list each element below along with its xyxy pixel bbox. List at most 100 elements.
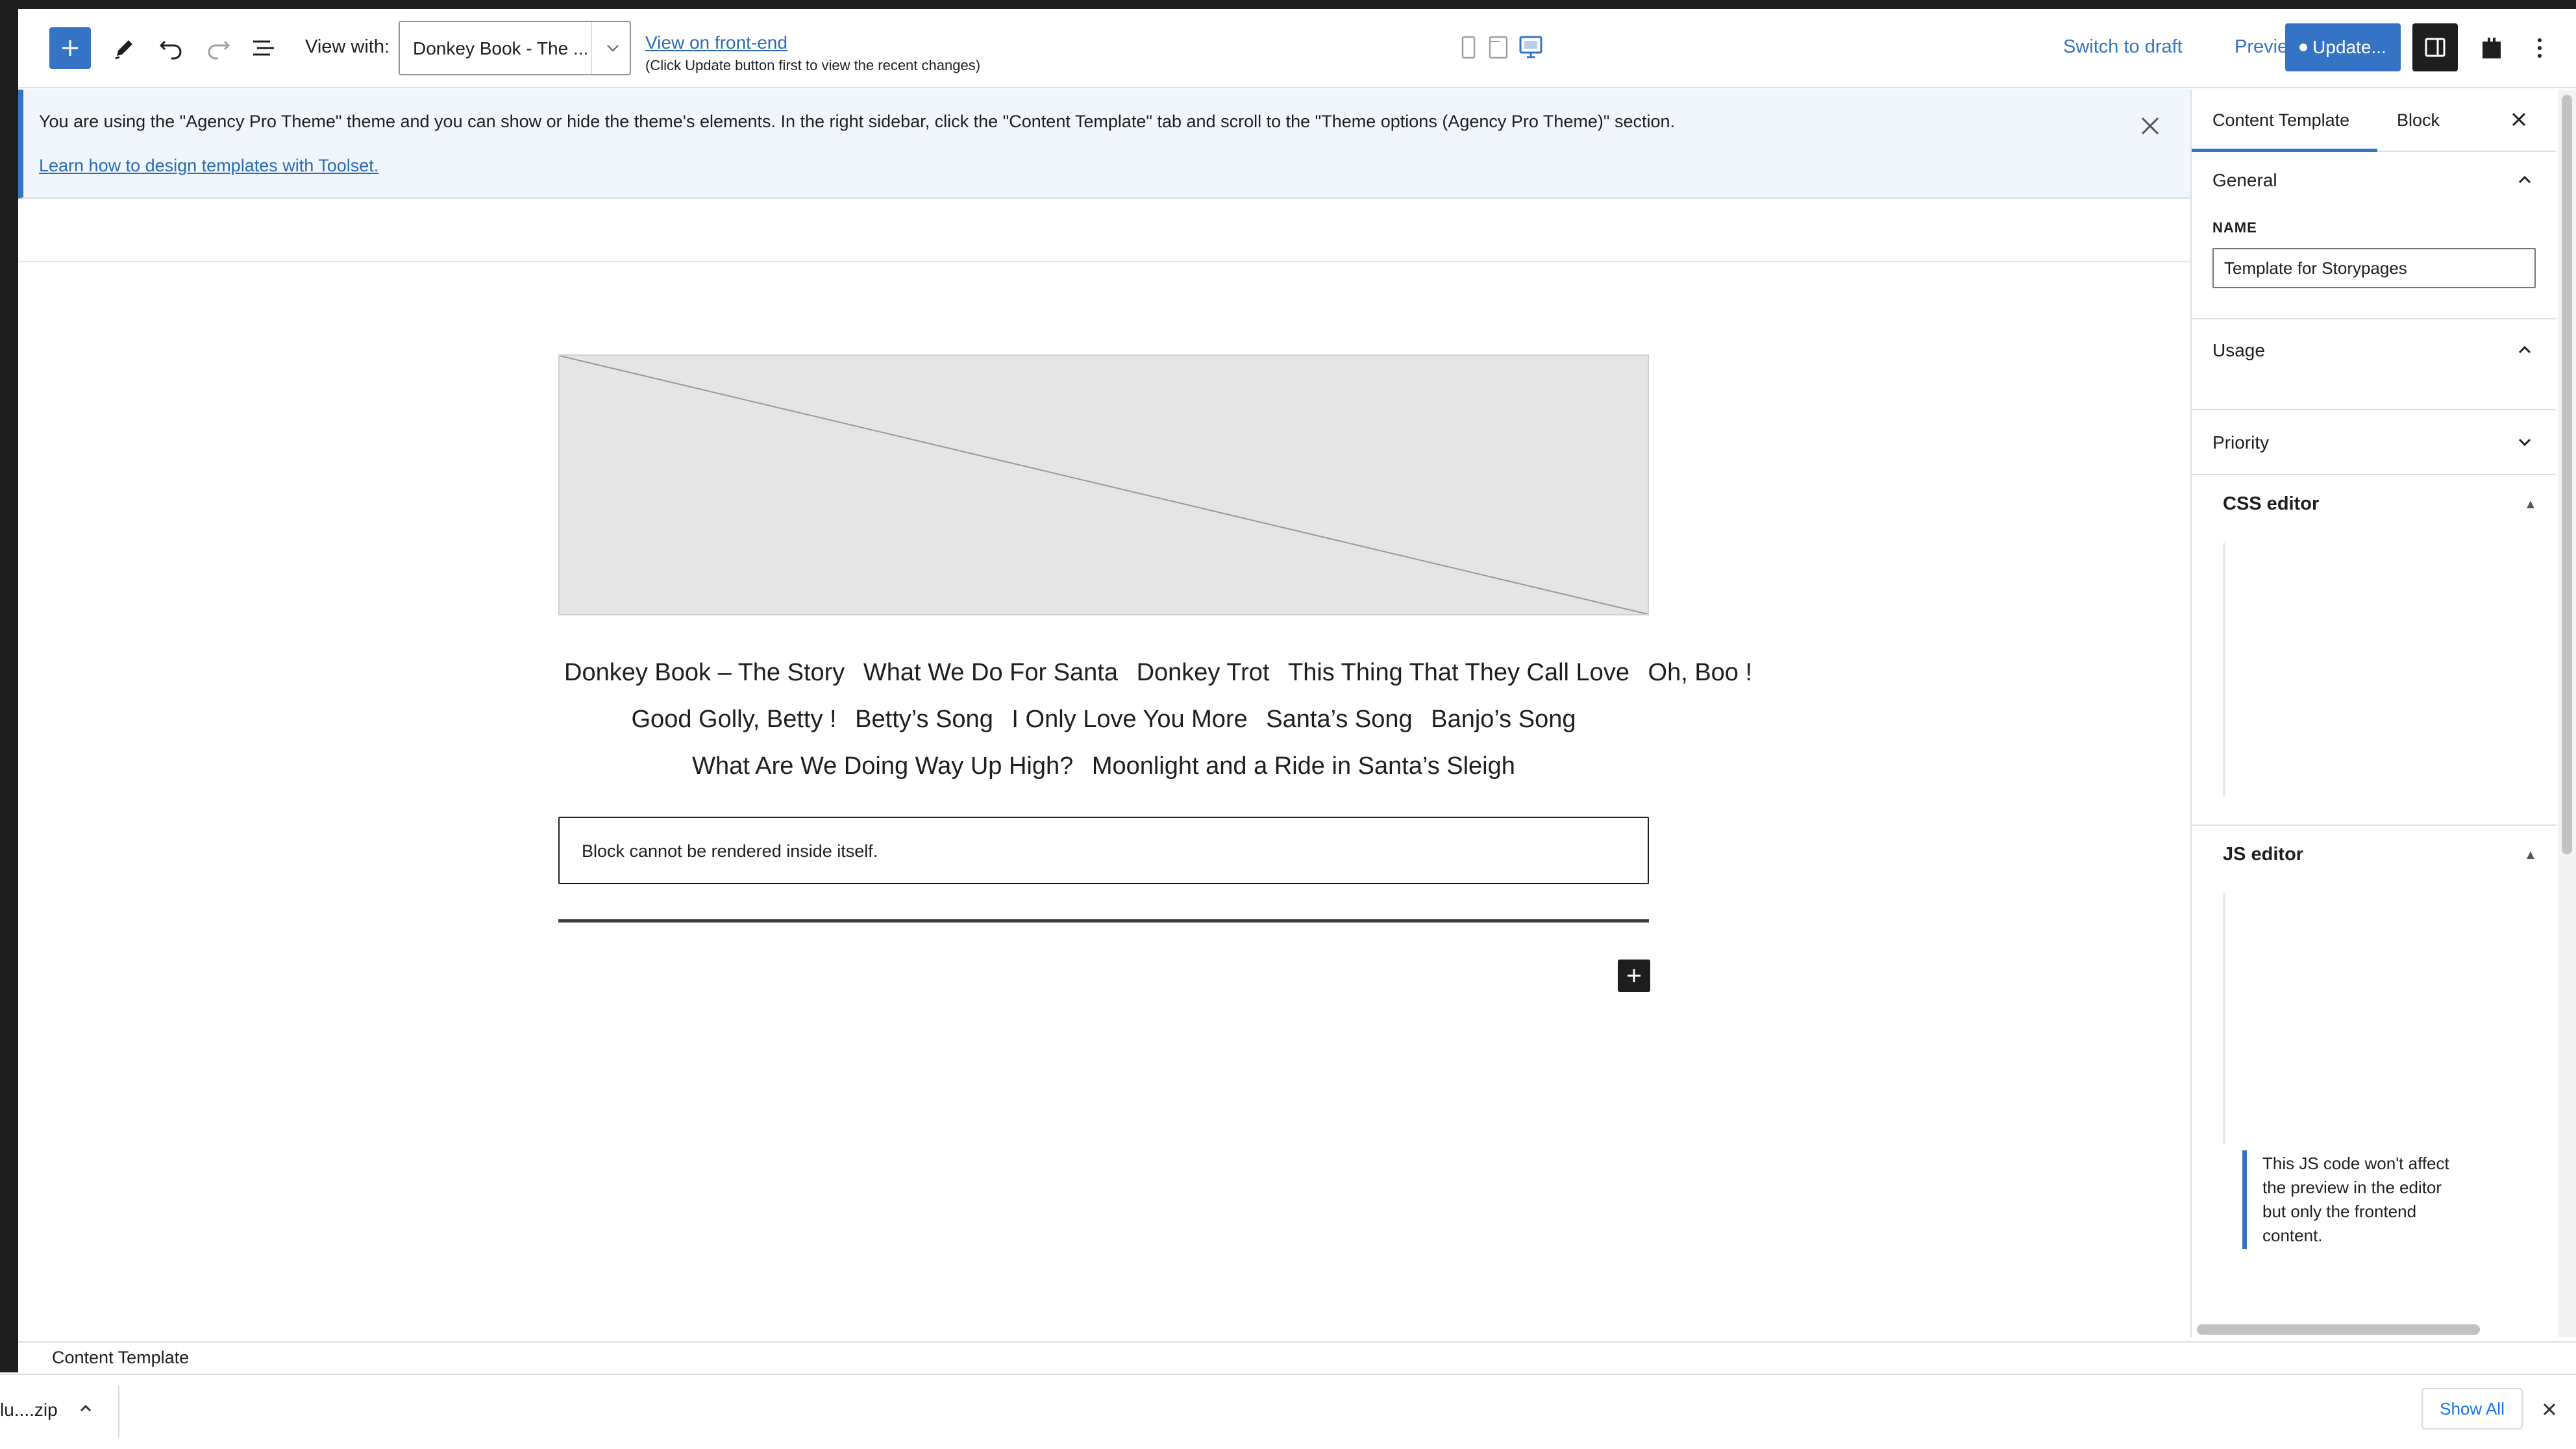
- status-dot-icon: [2299, 43, 2308, 51]
- redo-icon: [208, 40, 230, 60]
- tab-label: Block: [2397, 110, 2440, 130]
- name-field-label: NAME: [2212, 219, 2257, 236]
- panel-separator: [2192, 409, 2557, 410]
- titles-line-1: Donkey Book – The Story What We Do For S…: [558, 649, 1752, 696]
- editor-footer: Content Template: [18, 1341, 2576, 1372]
- download-divider: [118, 1385, 119, 1437]
- post-title-link[interactable]: I Only Love You More: [1011, 706, 1247, 733]
- downloaded-file-name[interactable]: lu....zip: [0, 1400, 58, 1420]
- chevron-down-icon: [602, 38, 623, 62]
- post-title-link[interactable]: Donkey Trot: [1137, 659, 1270, 686]
- tablet-preview-button[interactable]: [1488, 35, 1509, 63]
- plus-icon: [1628, 969, 1641, 982]
- template-name-input[interactable]: [2212, 248, 2536, 288]
- close-sidebar-button[interactable]: [2507, 108, 2531, 131]
- post-title-link[interactable]: Good Golly, Betty !: [632, 706, 837, 733]
- more-vertical-icon: [2538, 38, 2542, 58]
- post-title-link[interactable]: Oh, Boo !: [1648, 659, 1753, 686]
- post-title-link[interactable]: What Are We Doing Way Up High?: [692, 752, 1073, 780]
- js-editor-area[interactable]: [2223, 893, 2225, 1144]
- general-panel-toggle[interactable]: General: [2192, 153, 2557, 208]
- window-top-bar: [0, 0, 2576, 9]
- options-button[interactable]: [2523, 31, 2557, 65]
- css-editor-area[interactable]: [2223, 543, 2225, 796]
- panel-title: Usage: [2212, 340, 2265, 360]
- post-title-link[interactable]: Santa’s Song: [1266, 706, 1412, 733]
- post-title-link[interactable]: Banjo’s Song: [1431, 706, 1576, 733]
- canvas-header-area: [18, 199, 2190, 262]
- close-download-bar-button[interactable]: [2540, 1400, 2559, 1419]
- chevron-up-icon: [2515, 170, 2534, 193]
- panel-separator: [2192, 474, 2557, 475]
- tab-label: Content Template: [2212, 110, 2350, 130]
- featured-image-placeholder[interactable]: [558, 354, 1649, 615]
- view-with-label: View with:: [305, 36, 390, 57]
- tab-block[interactable]: Block: [2379, 90, 2470, 152]
- update-button[interactable]: Update...: [2285, 23, 2401, 71]
- update-label: Update...: [2312, 37, 2386, 57]
- plus-icon: [62, 40, 78, 56]
- edit-tools-button[interactable]: [112, 35, 138, 61]
- view-with-select[interactable]: Donkey Book - The ...: [399, 21, 631, 75]
- triangle-up-icon[interactable]: ▲: [2524, 497, 2537, 512]
- post-title-link[interactable]: Moonlight and a Ride in Santa’s Sleigh: [1092, 752, 1515, 780]
- css-editor-title[interactable]: CSS editor: [2223, 493, 2319, 515]
- switch-to-draft-button[interactable]: Switch to draft: [2063, 36, 2183, 58]
- add-block-button[interactable]: [1618, 960, 1650, 992]
- sidebar-toggle-icon: [2425, 38, 2446, 57]
- panel-separator: [2192, 318, 2557, 319]
- settings-button[interactable]: [2412, 23, 2458, 71]
- post-title-link[interactable]: What We Do For Santa: [863, 659, 1118, 686]
- post-title-link[interactable]: Donkey Book – The Story: [564, 659, 845, 686]
- show-all-downloads-button[interactable]: Show All: [2421, 1388, 2523, 1430]
- view-with-value: Donkey Book - The ...: [413, 38, 589, 58]
- tablet-icon: [1489, 36, 1508, 59]
- panel-separator: [2192, 824, 2557, 826]
- content-template-block[interactable]: Block cannot be rendered inside itself.: [558, 817, 1649, 884]
- post-titles-list: Donkey Book – The Story What We Do For S…: [558, 649, 1752, 789]
- chevron-up-icon: [2515, 340, 2534, 363]
- render-error-message: Block cannot be rendered inside itself.: [582, 841, 878, 861]
- front-end-note: (Click Update button first to view the r…: [645, 57, 981, 73]
- undo-icon: [159, 40, 182, 60]
- select-divider: [591, 22, 592, 74]
- dismiss-notice-button[interactable]: [2137, 113, 2163, 139]
- horizontal-scrollbar-thumb[interactable]: [2197, 1324, 2480, 1335]
- priority-panel-toggle[interactable]: Priority: [2192, 415, 2557, 470]
- post-title-link[interactable]: Betty’s Song: [855, 706, 993, 733]
- download-bar: [0, 1374, 2576, 1449]
- redo-button[interactable]: [205, 36, 231, 60]
- post-title-link[interactable]: This Thing That They Call Love: [1288, 659, 1629, 686]
- image-placeholder-diagonal: [560, 356, 1648, 614]
- desktop-preview-button[interactable]: [1519, 35, 1542, 63]
- sidebar-scrollbar-thumb[interactable]: [2562, 95, 2572, 854]
- theme-notice-text: You are using the "Agency Pro Theme" the…: [39, 112, 1676, 131]
- chevron-up-icon[interactable]: [77, 1400, 95, 1421]
- titles-line-2: Good Golly, Betty ! Betty’s Song I Only …: [558, 696, 1649, 743]
- mobile-preview-button[interactable]: [1461, 35, 1476, 63]
- breadcrumb[interactable]: Content Template: [52, 1348, 189, 1368]
- view-on-front-end-link[interactable]: View on front-end: [645, 32, 787, 53]
- close-icon: [2141, 117, 2159, 135]
- js-editor-title[interactable]: JS editor: [2223, 844, 2303, 865]
- document-overview-button[interactable]: [251, 36, 277, 60]
- close-icon: [2543, 1403, 2556, 1416]
- list-view-icon: [253, 40, 274, 56]
- usage-panel-toggle[interactable]: Usage: [2192, 323, 2557, 378]
- desktop-icon: [1519, 36, 1542, 58]
- block-inserter-button[interactable]: [49, 27, 91, 69]
- undo-button[interactable]: [158, 36, 184, 60]
- mobile-icon: [1461, 36, 1476, 59]
- chevron-down-icon: [2515, 432, 2534, 455]
- close-icon: [2512, 112, 2526, 127]
- panel-title: Priority: [2212, 432, 2270, 452]
- toolset-icon: [2483, 38, 2501, 58]
- triangle-up-icon[interactable]: ▲: [2524, 848, 2537, 863]
- js-editor-note: This JS code won't affect the preview in…: [2242, 1150, 2470, 1249]
- panel-title: General: [2212, 170, 2277, 190]
- separator-block[interactable]: [558, 919, 1649, 923]
- toolset-button[interactable]: [2471, 27, 2512, 69]
- pencil-icon: [115, 40, 132, 60]
- toolset-templates-link[interactable]: Learn how to design templates with Tools…: [39, 156, 378, 176]
- tab-content-template[interactable]: Content Template: [2192, 90, 2377, 152]
